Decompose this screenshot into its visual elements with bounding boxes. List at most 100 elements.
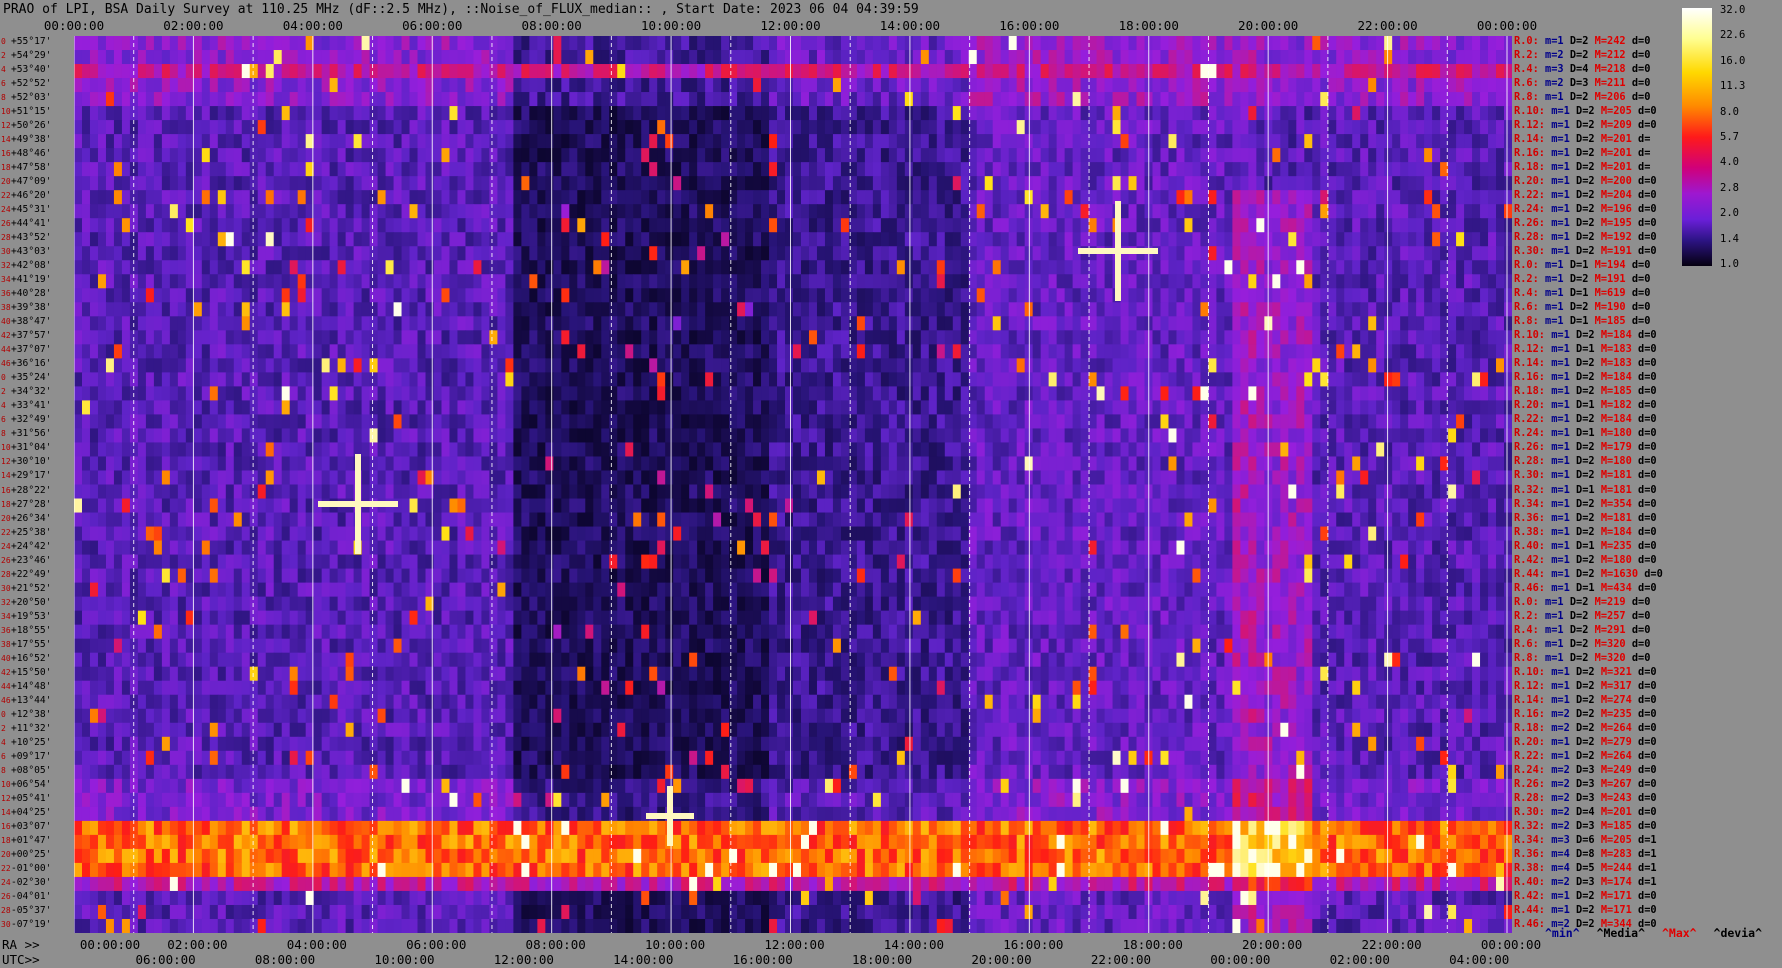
row-number: 30 [1,919,11,929]
beam-stats-row: R.14: m=1 D=2 M=201 d= [1514,133,1651,146]
bottom-ra-tick-label: 00:00:00 [79,937,141,952]
beam-stats-row: R.20: m=1 D=1 M=182 d=0 [1514,399,1657,412]
beam-stats-row: R.12: m=1 D=2 M=317 d=0 [1514,679,1657,692]
beam-stats-row: R.16: m=1 D=2 M=184 d=0 [1514,371,1657,384]
beam-stats-row: R.20: m=1 D=2 M=200 d=0 [1514,175,1657,188]
declination-label: +37°07' [11,344,52,356]
bottom-utc-axis: UTC>> 06:00:00 08:00:00 10:00:00 12:00:00 14:… [0,952,1782,967]
declination-label: +48°46' [11,148,52,160]
beam-stats-row: R.28: m=1 D=2 M=180 d=0 [1514,455,1657,468]
row-number: 22 [1,191,11,201]
row-number: 8 [1,93,6,103]
top-axis-tick-label: 04:00:00 [282,18,343,33]
declination-label: +38°47' [11,316,52,328]
row-number: 22 [1,527,11,537]
declination-label: +51°15' [11,106,52,118]
beam-stats-row: R.30: m=2 D=4 M=201 d=0 [1514,805,1657,818]
beam-stats-row: R.22: m=1 D=2 M=264 d=0 [1514,749,1657,762]
beam-stats-row: R.2: m=1 D=2 M=257 d=0 [1514,609,1651,622]
declination-label: +40°28' [11,288,52,300]
declination-label: +24°42' [11,540,52,552]
declination-label: +32°49' [11,414,52,426]
declination-label: +27°28' [11,498,52,510]
row-number: 14 [1,135,11,145]
declination-label: +29°17' [11,470,52,482]
bottom-utc-tick-label: 10:00:00 [374,952,435,967]
row-number: 28 [1,569,11,579]
bottom-ra-tick-label: 12:00:00 [764,937,825,952]
bottom-ra-tick-label: 00:00:00 [1480,937,1542,952]
row-number: 4 [1,65,6,75]
declination-labels: +55°17' +54°29' +53°40' +52°52' +52°03' +51°1… [11,36,73,933]
declination-label: +41°19' [11,274,52,286]
beam-stats-row: R.8: m=1 D=1 M=185 d=0 [1514,315,1651,328]
top-ra-axis: 00:00:00 02:00:00 04:00:00 06:00:00 08:00:00… [0,18,1782,36]
declination-label: +14°48' [11,680,52,692]
row-number: 28 [1,905,11,915]
beam-row-numbers: 0 2 4 6 8 10 12 14 16 18 20 22 24 26 28 30 32 34 36 38 40 42 4… [0,36,11,933]
bottom-ra-tick-label: 22:00:00 [1361,937,1422,952]
row-number: 0 [1,373,6,383]
bottom-utc-tick-label: 14:00:00 [613,952,674,967]
row-number: 46 [1,695,11,705]
beam-stats-row: R.24: m=2 D=3 M=249 d=0 [1514,763,1657,776]
beam-stats-row: R.24: m=1 D=1 M=180 d=0 [1514,427,1657,440]
row-number: 34 [1,275,11,285]
color-scale-tick-label: 5.7 [1720,131,1739,143]
declination-label: +01°47' [11,834,52,846]
beam-stats-row: R.44: m=1 D=2 M=1630 d=0 [1514,567,1663,580]
row-number: 28 [1,233,11,243]
beam-stats-row: R.18: m=1 D=2 M=185 d=0 [1514,385,1657,398]
declination-label: +19°53' [11,610,52,622]
row-number: 22 [1,863,11,873]
beam-stats-row: R.18: m=1 D=2 M=201 d= [1514,161,1651,174]
color-scale-tick-label: 32.0 [1720,4,1746,16]
row-number: 6 [1,415,6,425]
row-number: 38 [1,639,11,649]
declination-label: +36°16' [11,358,52,370]
declination-label: -02°30' [11,876,52,888]
top-axis-tick-label: 14:00:00 [879,18,941,33]
declination-label: +23°46' [11,554,52,566]
bottom-ra-tick-label: 04:00:00 [286,937,347,952]
row-number: 2 [1,723,6,733]
declination-label: +09°17' [11,750,52,762]
declination-label: +31°04' [11,442,52,454]
beam-stats-row: R.26: m=1 D=2 M=179 d=0 [1514,441,1657,454]
declination-label: +12°38' [11,708,52,720]
beam-stats-row: R.0: m=1 D=2 M=219 d=0 [1514,595,1651,608]
color-scale-gradient [1682,8,1712,266]
declination-label: +52°52' [11,78,52,90]
declination-label: +25°38' [11,526,52,538]
bottom-ra-tick-label: 14:00:00 [883,937,945,952]
bottom-utc-tick-label: 00:00:00 [1210,952,1271,967]
row-number: 8 [1,765,6,775]
beam-stats-row: R.14: m=1 D=2 M=183 d=0 [1514,357,1657,370]
declination-label: +34°32' [11,386,52,398]
bottom-utc-tick-label: 04:00:00 [1449,952,1510,967]
row-number: 42 [1,331,11,341]
heatmap-svg [74,36,1512,933]
beam-stats-row: R.10: m=1 D=2 M=184 d=0 [1514,329,1657,342]
row-number: 26 [1,555,11,565]
declination-label: +35°24' [11,372,52,384]
row-number: 36 [1,289,11,299]
bottom-ra-axis: RA >> 00:00:00 02:00:00 04:00:00 06:00:00 08:… [0,937,1782,952]
row-number: 8 [1,429,6,439]
row-number: 24 [1,877,11,887]
bottom-utc-tick-label: 18:00:00 [851,952,913,967]
bottom-utc-tick-label: 08:00:00 [254,952,316,967]
beam-stats-row: R.18: m=2 D=2 M=264 d=0 [1514,721,1657,734]
color-scale-tick-label: 4.0 [1720,156,1739,169]
beam-stats-row: R.40: m=2 D=3 M=174 d=1 [1514,875,1657,888]
beam-stats-row: R.32: m=2 D=3 M=185 d=0 [1514,819,1657,832]
bottom-ra-tick-label: 10:00:00 [644,937,706,952]
row-number: 14 [1,807,11,817]
row-number: 38 [1,303,11,313]
declination-label: +45°31' [11,204,52,216]
row-number: 26 [1,891,11,901]
color-scale-tick-label: 11.3 [1720,80,1746,93]
beam-stats-row: R.26: m=1 D=2 M=195 d=0 [1514,217,1657,230]
declination-label: +05°41' [11,792,52,804]
declination-label: +30°10' [11,456,52,468]
